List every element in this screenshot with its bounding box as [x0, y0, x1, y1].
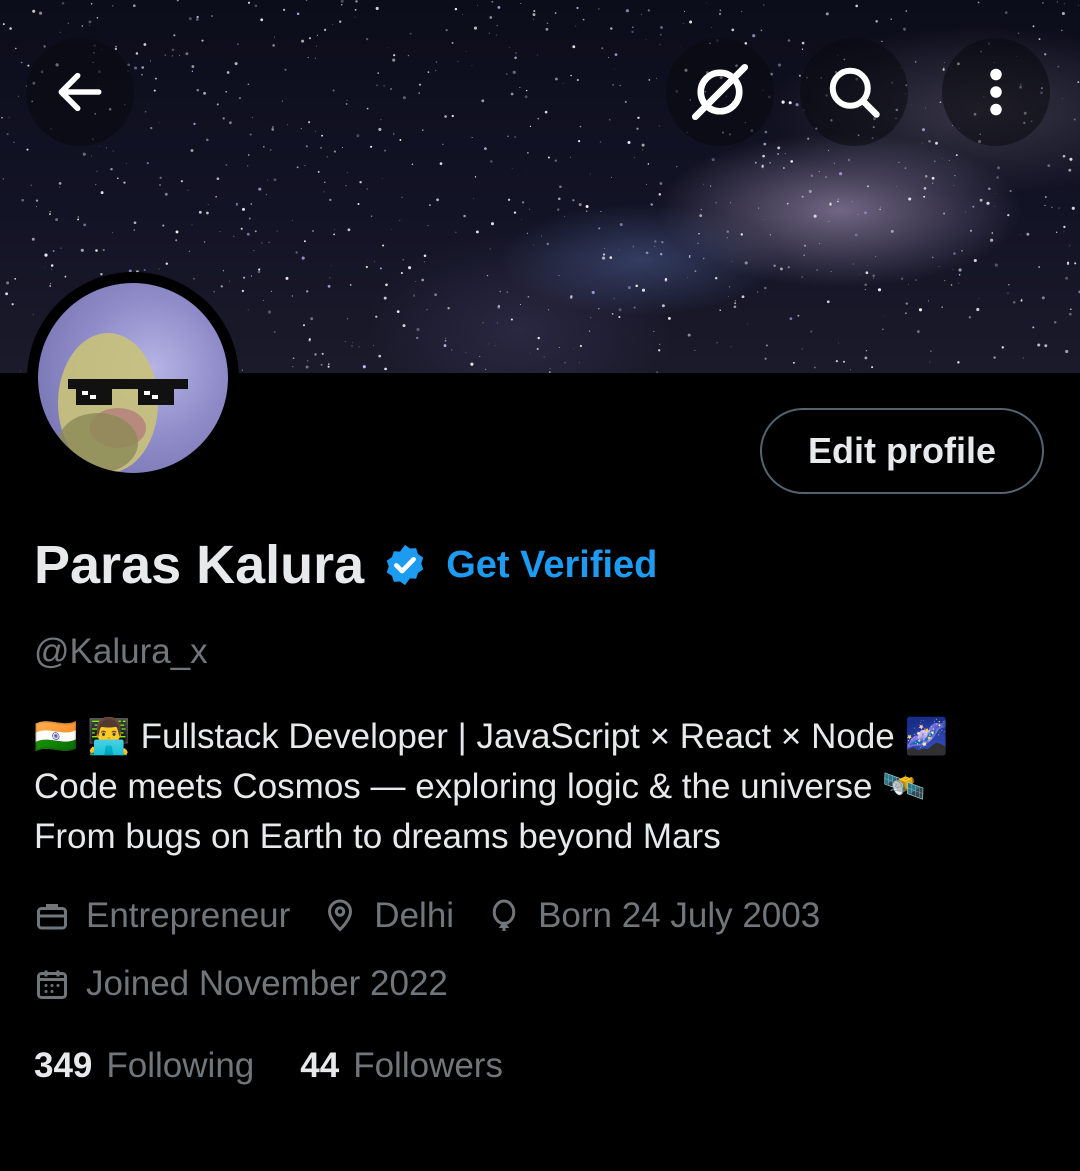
briefcase-icon [37, 904, 67, 930]
following-count: 349 [34, 1046, 93, 1085]
edit-profile-button[interactable]: Edit profile [760, 408, 1044, 494]
search-icon [829, 67, 880, 118]
bio-line: Code meets Cosmos — exploring logic & th… [34, 767, 926, 806]
birthday-text: Born 24 July 2003 [538, 896, 821, 935]
profession-text: Entrepreneur [86, 896, 291, 935]
avatar-image [38, 283, 228, 473]
grok-icon [691, 63, 749, 121]
followers-count: 44 [300, 1046, 340, 1085]
get-verified-link[interactable]: Get Verified [446, 544, 657, 587]
display-name: Paras Kalura [34, 535, 365, 595]
location-item: Delhi [322, 896, 454, 936]
more-vertical-icon [990, 68, 1002, 116]
followers-label: Followers [353, 1046, 503, 1085]
joined-text: Joined November 2022 [86, 964, 448, 1003]
verified-badge-icon[interactable] [382, 542, 428, 588]
name-row: Paras Kalura Get Verified [34, 530, 657, 600]
bio-line: From bugs on Earth to dreams beyond Mars [34, 817, 721, 856]
joined-item: Joined November 2022 [34, 964, 448, 1004]
back-button[interactable] [26, 38, 134, 146]
arrow-left-icon [58, 72, 102, 112]
bio-line: 🇮🇳 👨‍💻 Fullstack Developer | JavaScript … [34, 717, 949, 756]
following-label: Following [106, 1046, 255, 1085]
more-button[interactable] [942, 38, 1050, 146]
location-text: Delhi [374, 896, 455, 935]
user-handle: @Kalura_x [34, 632, 208, 671]
bio: 🇮🇳 👨‍💻 Fullstack Developer | JavaScript … [34, 712, 1044, 862]
profile-joined-row: Joined November 2022 [34, 964, 480, 1004]
following-link[interactable]: 349 Following [34, 1046, 254, 1086]
grok-button[interactable] [666, 38, 774, 146]
followers-link[interactable]: 44 Followers [300, 1046, 503, 1086]
location-pin-icon [328, 899, 353, 932]
search-button[interactable] [800, 38, 908, 146]
balloon-icon [492, 899, 516, 931]
profession-item: Entrepreneur [34, 896, 290, 936]
avatar-face-illustration [58, 333, 188, 473]
birthday-item: Born 24 July 2003 [486, 896, 820, 936]
avatar[interactable] [27, 272, 239, 484]
follow-stats: 349 Following 44 Followers [34, 1046, 549, 1086]
profile-meta-row: Entrepreneur Delhi Born 24 July 2003 [34, 896, 852, 936]
calendar-icon [37, 970, 67, 999]
